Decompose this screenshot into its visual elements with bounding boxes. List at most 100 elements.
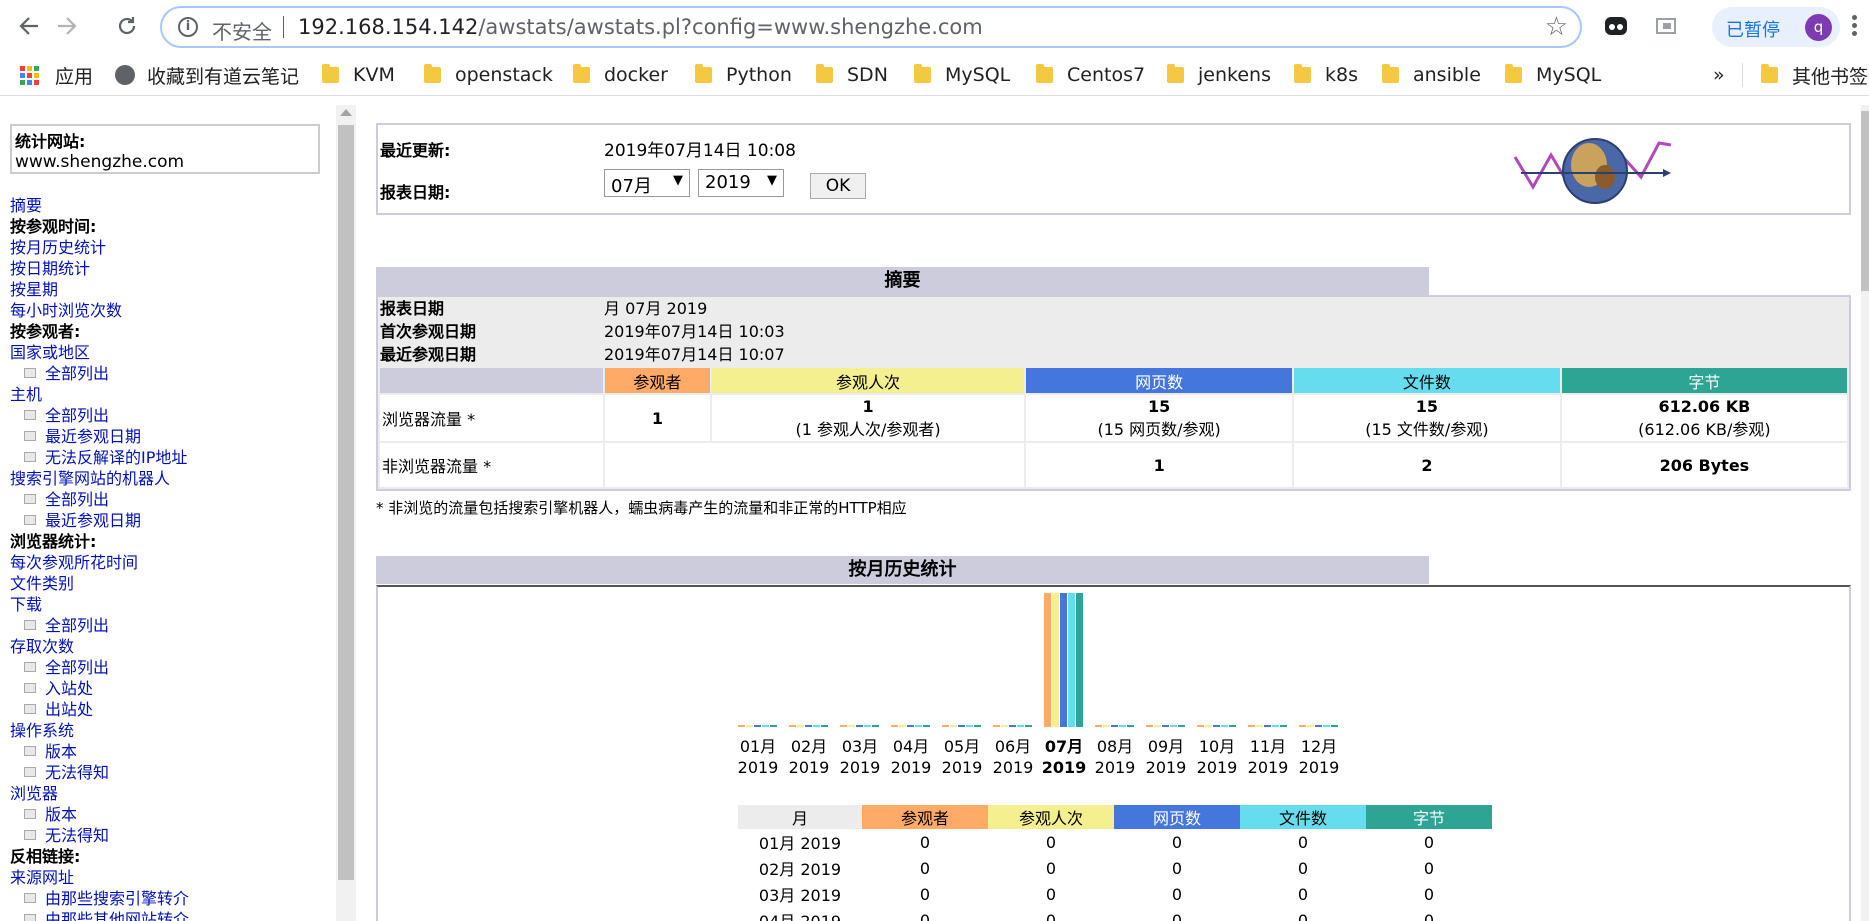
bookmark-folder[interactable]: docker [573,62,668,88]
bookmark-other[interactable]: 其他书签 [1761,62,1868,88]
bookmark-folder[interactable]: openstack [424,62,553,88]
sidebar-item[interactable]: 全部列出 [10,363,330,384]
browser-traffic-cell: 1 [603,393,712,443]
summary-panel: 报表日期 月 07月 2019 首次参观日期 2019年07月14日 10:03 最… [376,295,1851,491]
main-frame: 最近更新: 2019年07月14日 10:08 报表日期: 07月 ▼ 2019 ▼… [356,105,1869,921]
sidebar-item[interactable]: 全部列出 [10,489,330,510]
sidebar-item[interactable]: 主机 [10,384,330,405]
x-tick-year: 2019 [993,758,1034,777]
sidebar-item[interactable]: 搜索引擎网站的机器人 [10,468,330,489]
last-update-value: 2019年07月14日 10:08 [604,141,796,161]
bookmark-folder[interactable]: Centos7 [1036,62,1145,88]
left-frame: 统计网站: www.shengzhe.com 摘要 按参观时间: 按月历史统计 按日期… [0,105,338,921]
bar-参观人次 [950,725,957,727]
reload-button[interactable] [110,9,144,43]
back-button[interactable] [12,9,46,43]
sidebar-item[interactable]: 最近参观日期 [10,426,330,447]
sidebar-item[interactable]: 最近参观日期 [10,510,330,531]
sidebar-item[interactable]: 每次参观所花时间 [10,552,330,573]
bookmark-folder[interactable]: Python [695,62,792,88]
folder-icon [573,64,590,83]
sidebar-item[interactable]: 版本 [10,804,330,825]
scroll-up-icon[interactable] [340,109,352,116]
x-tick-month: 11月 [1250,737,1286,756]
sidebar-item[interactable]: 浏览器 [10,783,330,804]
sidebar-item[interactable]: 下载 [10,594,330,615]
year-select[interactable]: 2019 ▼ [698,169,784,197]
bookmark-folder[interactable]: ansible [1382,62,1481,88]
sidebar-item-label: 全部列出 [45,364,110,383]
folder-icon [1036,64,1053,83]
sidebar-item[interactable]: 全部列出 [10,657,330,678]
sidebar-item[interactable]: 文件类别 [10,573,330,594]
scroll-thumb[interactable] [338,125,354,880]
sidebar-item[interactable]: 无法反解译的IP地址 [10,447,330,468]
bookmark-folder[interactable]: jenkens [1167,62,1271,88]
bar-参观人次 [1052,593,1059,727]
sidebar-item[interactable]: 存取次数 [10,636,330,657]
info-icon[interactable]: i [178,17,198,37]
sidebar-item[interactable]: 按月历史统计 [10,237,330,258]
value-cell: 0 [1171,832,1183,852]
summary-header-row: 参观者 参观人次 网页数 文件数 字节 [378,366,1850,395]
year-select-value: 2019 [705,172,751,193]
bookmark-folder[interactable]: KVM [322,62,395,88]
bookmark-youdao[interactable]: 收藏到有道云笔记 [115,62,299,88]
sidebar-item[interactable]: 国家或地区 [10,342,330,363]
bar-参观人次 [1154,725,1161,727]
sidebar-item[interactable]: 无法得知 [10,825,330,846]
sidebar-section-heading: 按参观者: [10,321,330,342]
bar-参观人次 [899,725,906,727]
sidebar-item[interactable]: 出站处 [10,699,330,720]
address-bar[interactable]: i 不安全 192.168.154.142/awstats/awstats.pl… [160,6,1582,48]
url-text[interactable]: 192.168.154.142/awstats/awstats.pl?confi… [298,15,983,39]
bookmark-folder[interactable]: k8s [1294,62,1358,88]
extension-icon[interactable] [1602,12,1630,40]
bar-参观者 [1095,725,1102,727]
awstats-globe-logo[interactable] [1513,127,1673,211]
sidebar-item[interactable]: 无法得知 [10,762,330,783]
cast-icon[interactable] [1652,12,1680,40]
bookmarks-more-button[interactable]: » [1713,62,1725,88]
bar-参观人次 [1103,725,1110,727]
cell-main: 206 Bytes [1659,455,1750,475]
sidebar-item[interactable]: 来源网址 [10,867,330,888]
info-box: 最近更新: 2019年07月14日 10:08 报表日期: 07月 ▼ 2019 ▼… [376,123,1851,215]
sidebar-item[interactable]: 操作系统 [10,720,330,741]
security-label: 不安全 [212,20,272,44]
monthly-table: 月 参观者 参观人次 网页数 文件数 字节 01月 2019 0 0 0 0 0 02月 2… [738,805,1492,921]
summary-row: 最近参观日期 2019年07月14日 10:07 [378,343,1849,366]
sidebar-item[interactable]: 入站处 [10,678,330,699]
summary-col-header: 参观人次 [709,366,1027,395]
sidebar-item[interactable]: 全部列出 [10,405,330,426]
sidebar-item[interactable]: 按日期统计 [10,258,330,279]
main-scroll-thumb[interactable] [1861,111,1869,291]
sidebar-item[interactable]: 按星期 [10,279,330,300]
bar-参观人次 [1307,725,1314,727]
bar-参观者 [1146,725,1153,727]
bookmark-apps[interactable]: 应用 [20,62,93,88]
left-scrollbar[interactable] [336,105,356,921]
sidebar-item[interactable]: 全部列出 [10,615,330,636]
forward-button[interactable] [50,9,84,43]
sidebar-item-label: 按日期统计 [10,259,91,278]
reload-icon [118,17,136,35]
bookmark-folder[interactable]: SDN [816,62,888,88]
sidebar-item[interactable]: 由那些其他网站转介 [10,909,330,921]
sidebar-item[interactable]: 版本 [10,741,330,762]
bookmark-folder[interactable]: MySQL [914,62,1010,88]
more-menu-icon[interactable] [1848,12,1860,40]
bar-参观者 [789,725,796,727]
bookmark-folder[interactable]: MySQL [1505,62,1601,88]
paused-label: 已暂停 [1726,20,1780,41]
summary-col-header: 字节 [1559,366,1850,395]
ok-button[interactable]: OK [810,173,866,199]
bookmark-star-icon[interactable]: ☆ [1545,12,1568,42]
page-icon [24,368,36,378]
sidebar-item[interactable]: 每小时浏览次数 [10,300,330,321]
sidebar-item[interactable]: 摘要 [10,195,330,216]
sidebar-item[interactable]: 由那些搜索引擎转介 [10,888,330,909]
month-select[interactable]: 07月 ▼ [604,169,690,197]
profile-paused-button[interactable]: 已暂停 q [1712,7,1840,47]
main-scrollbar[interactable] [1861,105,1869,921]
